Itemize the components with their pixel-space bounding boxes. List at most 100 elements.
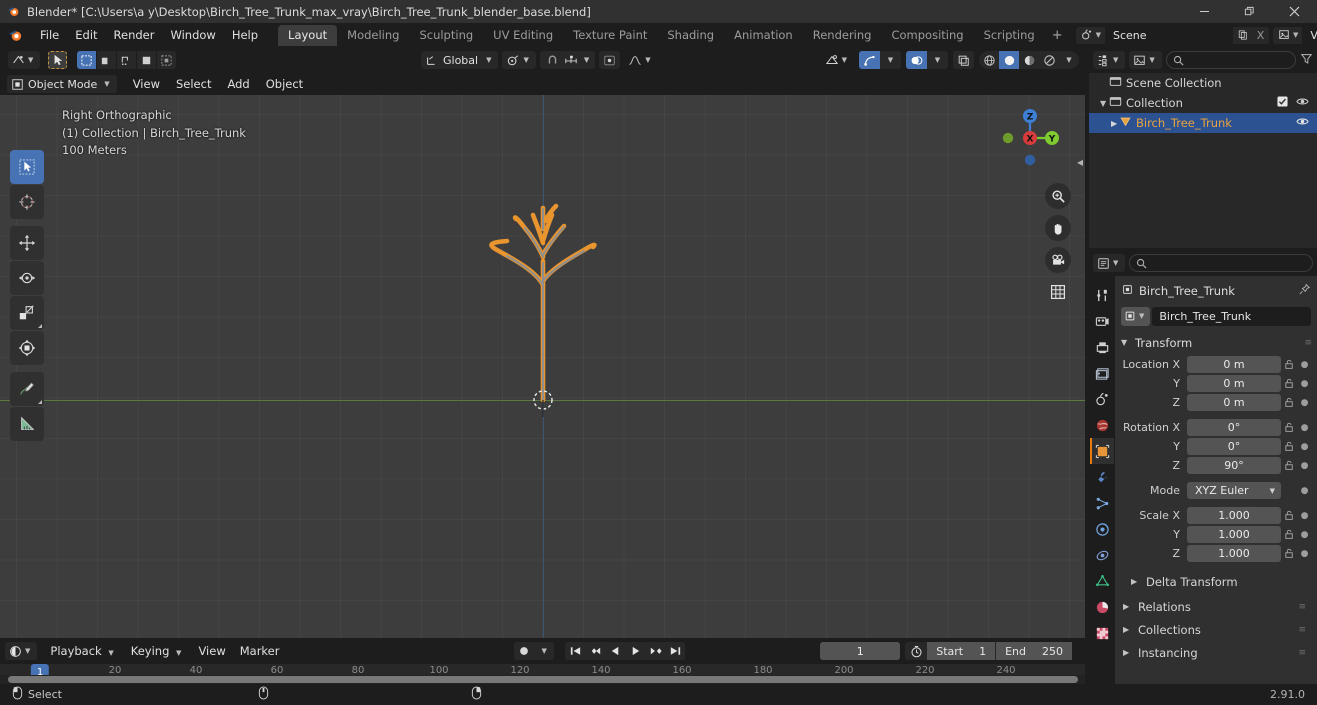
birch-tree-trunk-object[interactable] <box>0 95 1085 638</box>
shading-rendered-icon[interactable] <box>1039 51 1059 69</box>
animate-property-icon[interactable]: ● <box>1298 379 1311 389</box>
tab-layout[interactable]: Layout <box>278 24 338 46</box>
transform-panel-header[interactable]: ▼ Transform ≡ <box>1121 333 1312 352</box>
remove-scene-button[interactable]: X <box>1252 27 1269 44</box>
menu-window[interactable]: Window <box>162 25 223 45</box>
animate-property-icon[interactable]: ● <box>1298 549 1311 559</box>
play-button[interactable] <box>625 642 645 660</box>
render-tab[interactable] <box>1090 308 1114 334</box>
next-keyframe-button[interactable] <box>645 642 665 660</box>
instancing-panel[interactable]: ▶ Instancing ≡ <box>1115 641 1311 664</box>
location-z-input[interactable]: 0 m <box>1187 394 1281 411</box>
add-workspace-button[interactable]: + <box>1045 25 1070 46</box>
annotate-tool[interactable] <box>10 372 44 406</box>
outliner-row-scene-collection[interactable]: Scene Collection <box>1089 73 1317 93</box>
animate-property-icon[interactable]: ● <box>1298 511 1311 521</box>
lock-icon[interactable] <box>1281 359 1298 370</box>
scene-tab[interactable] <box>1090 386 1114 412</box>
scale-z-input[interactable]: 1.000 <box>1187 545 1281 562</box>
texture-tab[interactable] <box>1090 620 1114 646</box>
lock-icon[interactable] <box>1281 548 1298 559</box>
tab-animation[interactable]: Animation <box>724 25 803 46</box>
shading-solid-icon[interactable] <box>999 51 1019 69</box>
viewport-menu-add[interactable]: Add <box>219 75 257 93</box>
location-y-input[interactable]: 0 m <box>1187 375 1281 392</box>
viewport-menu-select[interactable]: Select <box>168 75 219 93</box>
scene-chevron-down-icon[interactable]: ▼ <box>1096 31 1105 39</box>
object-name-field[interactable]: Birch_Tree_Trunk <box>1152 306 1311 326</box>
properties-search-input[interactable] <box>1129 254 1313 272</box>
delta-transform-panel[interactable]: ▶ Delta Transform <box>1121 571 1311 592</box>
snap-chevron-down-icon[interactable]: ▼ <box>584 56 589 64</box>
location-x-input[interactable]: 0 m <box>1187 356 1281 373</box>
play-reverse-button[interactable] <box>605 642 625 660</box>
gizmo-chevron-down-icon[interactable]: ▼ <box>880 51 901 69</box>
viewport-canvas[interactable]: Right Orthographic (1) Collection | Birc… <box>0 95 1085 638</box>
lock-icon[interactable] <box>1281 529 1298 540</box>
select-lasso-icon[interactable] <box>117 51 137 69</box>
outliner-row-collection[interactable]: ▼ Collection <box>1089 93 1317 113</box>
tab-texture-paint[interactable]: Texture Paint <box>563 25 657 46</box>
lock-icon[interactable] <box>1281 441 1298 452</box>
eye-icon[interactable] <box>1296 96 1309 110</box>
timeline-menu-marker[interactable]: Marker <box>233 642 287 660</box>
scale-y-input[interactable]: 1.000 <box>1187 526 1281 543</box>
lock-icon[interactable] <box>1281 510 1298 521</box>
active-tool-icon[interactable] <box>48 51 68 69</box>
toggle-xray-icon[interactable] <box>953 51 974 69</box>
object-tab[interactable] <box>1090 438 1114 464</box>
tool-tab[interactable] <box>1090 282 1114 308</box>
snap-magnet-icon[interactable] <box>543 51 562 69</box>
proportional-falloff-button[interactable]: ▼ <box>624 51 657 69</box>
minimize-button[interactable] <box>1182 0 1227 23</box>
rotate-tool[interactable] <box>10 261 44 295</box>
view-layer-chevron-down-icon[interactable]: ▼ <box>1293 31 1302 39</box>
menu-file[interactable]: File <box>32 25 67 45</box>
lock-icon[interactable] <box>1281 460 1298 471</box>
editor-type-button[interactable]: ▼ <box>8 51 41 69</box>
viewport-menu-view[interactable]: View <box>125 75 168 93</box>
animate-property-icon[interactable]: ● <box>1298 530 1311 540</box>
outliner-search-input[interactable] <box>1165 51 1296 69</box>
rotation-y-input[interactable]: 0° <box>1187 438 1281 455</box>
collection-checkbox[interactable] <box>1277 96 1288 110</box>
menu-help[interactable]: Help <box>224 25 266 45</box>
transform-tool[interactable] <box>10 331 44 365</box>
viewport-menu-object[interactable]: Object <box>258 75 311 93</box>
outliner-display-mode-button[interactable]: ▼ <box>1129 51 1162 69</box>
output-tab[interactable] <box>1090 334 1114 360</box>
select-invert-icon[interactable] <box>157 51 177 69</box>
modifier-tab[interactable] <box>1090 464 1114 490</box>
current-frame-input[interactable]: 1 <box>820 642 901 660</box>
timeline-menu-view[interactable]: View <box>191 642 232 660</box>
animate-property-icon[interactable]: ● <box>1298 423 1311 433</box>
view-layer-tab[interactable] <box>1090 360 1114 386</box>
timeline-editor-type-button[interactable]: ▼ <box>5 642 38 660</box>
view-layer-name[interactable]: View Layer <box>1302 26 1317 44</box>
pin-icon[interactable] <box>1298 283 1311 299</box>
scene-name[interactable]: Scene <box>1105 26 1233 44</box>
animate-property-icon[interactable]: ● <box>1298 486 1311 496</box>
expand-triangle-down-icon[interactable]: ▼ <box>1095 99 1109 108</box>
close-button[interactable] <box>1272 0 1317 23</box>
auto-keying-record-icon[interactable] <box>514 642 534 660</box>
expand-triangle-right-icon[interactable]: ▶ <box>1095 119 1117 128</box>
cursor-tool[interactable] <box>10 185 44 219</box>
world-tab[interactable] <box>1090 412 1114 438</box>
animate-property-icon[interactable]: ● <box>1298 398 1311 408</box>
properties-editor-type-button[interactable]: ▼ <box>1093 254 1126 272</box>
tab-scripting[interactable]: Scripting <box>974 25 1045 46</box>
object-id-picker[interactable]: ▼ <box>1121 306 1151 326</box>
relations-panel[interactable]: ▶ Relations ≡ <box>1115 595 1311 618</box>
tab-compositing[interactable]: Compositing <box>881 25 973 46</box>
lock-icon[interactable] <box>1281 422 1298 433</box>
timeline-menu-playback[interactable]: Playback ▼ <box>43 642 123 660</box>
rotation-z-input[interactable]: 90° <box>1187 457 1281 474</box>
tweak-select-tool[interactable] <box>10 150 44 184</box>
prev-keyframe-button[interactable] <box>585 642 605 660</box>
menu-render[interactable]: Render <box>106 25 163 45</box>
transform-orientation-button[interactable]: Global ▼ <box>421 51 499 69</box>
restore-button[interactable] <box>1227 0 1272 23</box>
frame-end-input[interactable]: End 250 <box>996 642 1072 660</box>
visibility-button[interactable]: ▼ <box>821 51 854 69</box>
